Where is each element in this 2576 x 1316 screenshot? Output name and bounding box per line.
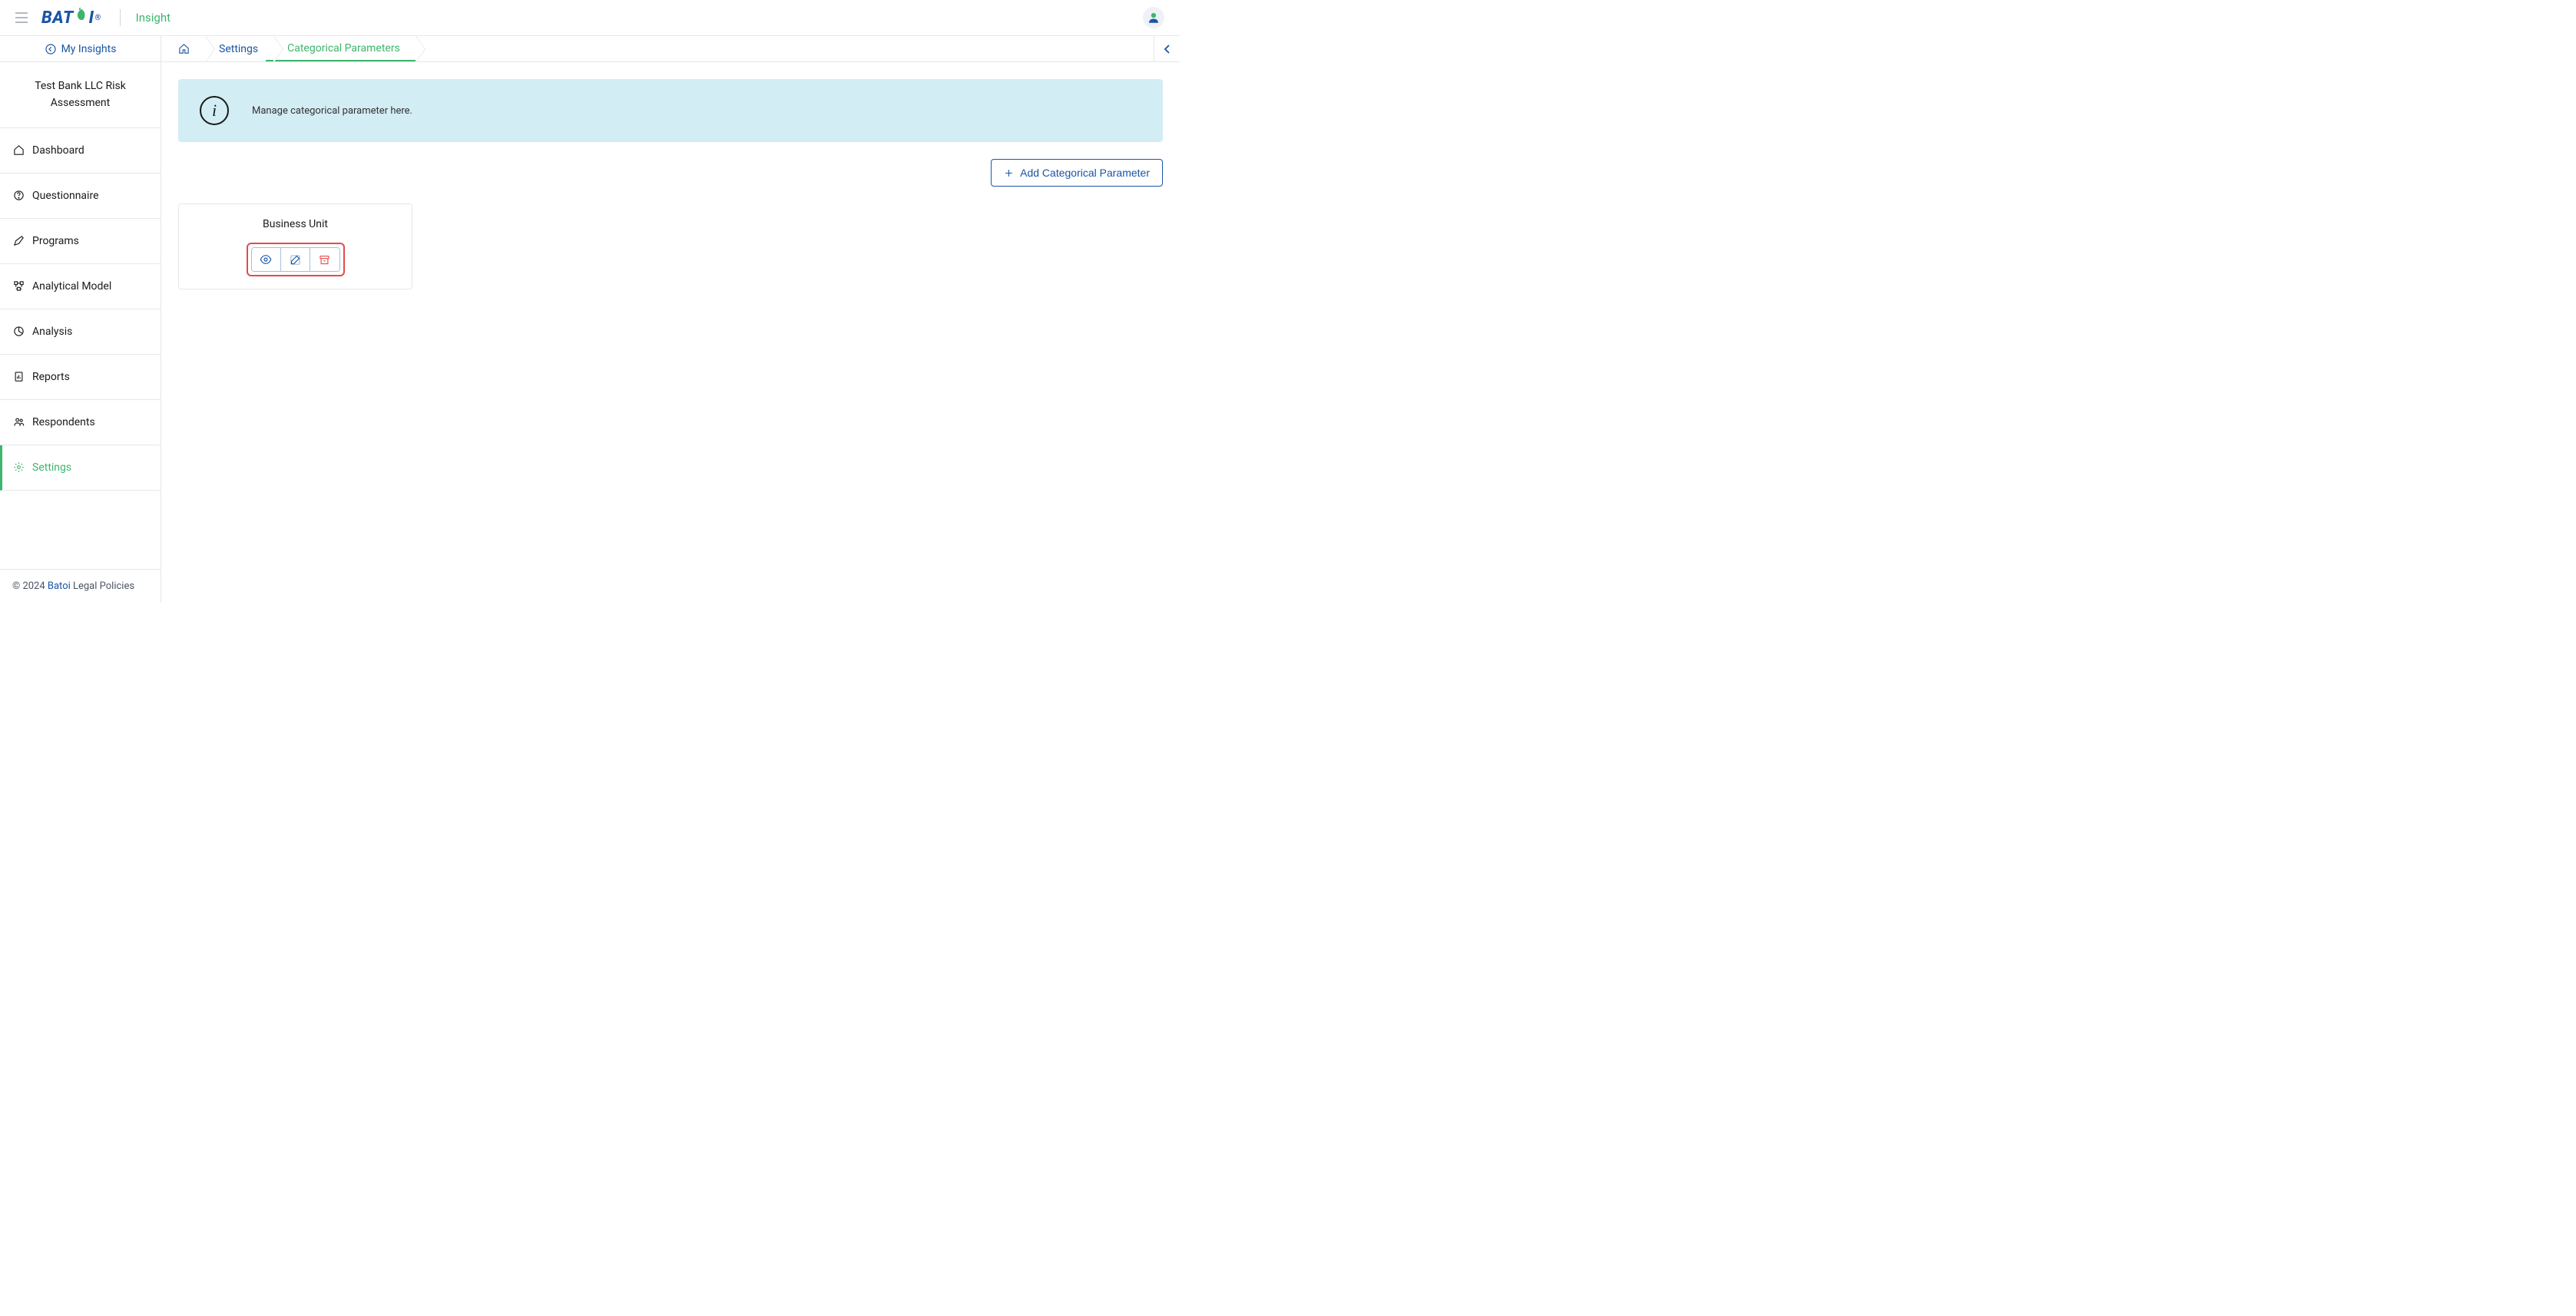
pie-icon — [12, 326, 25, 337]
sidebar-item-settings[interactable]: Settings — [0, 445, 161, 491]
logo-text-part1: BAT — [41, 8, 74, 28]
pen-icon — [12, 235, 25, 246]
archive-button[interactable] — [310, 248, 339, 271]
chevron-left-icon — [1164, 45, 1171, 54]
logo-text-part2: I — [89, 8, 94, 28]
card-actions-highlight — [247, 243, 345, 276]
home-icon — [178, 43, 190, 55]
brand-logo[interactable]: BAT I ® — [41, 8, 101, 28]
sidebar-item-label: Programs — [32, 235, 79, 247]
info-icon: i — [200, 96, 229, 125]
edit-icon — [290, 254, 301, 266]
sidebar-item-label: Reports — [32, 371, 70, 383]
breadcrumb-categorical-parameters[interactable]: Categorical Parameters — [266, 36, 417, 61]
edit-button[interactable] — [281, 248, 310, 271]
card-actions-group — [251, 247, 340, 272]
info-text: Manage categorical parameter here. — [252, 105, 412, 117]
logo-registered: ® — [95, 14, 101, 22]
sidebar-item-analytical-model[interactable]: Analytical Model — [0, 264, 161, 309]
sidebar-item-programs[interactable]: Programs — [0, 219, 161, 264]
cards-grid: Business Unit — [178, 203, 1163, 289]
breadcrumb-label: Categorical Parameters — [287, 42, 400, 55]
breadcrumb-collapse-button[interactable] — [1154, 36, 1180, 61]
add-button-label: Add Categorical Parameter — [1020, 167, 1150, 179]
question-circle-icon — [12, 190, 25, 201]
my-insights-link[interactable]: My Insights — [0, 36, 161, 62]
parameter-card: Business Unit — [178, 203, 412, 289]
sidebar-item-reports[interactable]: Reports — [0, 355, 161, 400]
menu-toggle-button[interactable] — [15, 12, 28, 23]
copyright-prefix: © 2024 — [12, 580, 48, 592]
user-icon — [1147, 11, 1161, 25]
footer-legal: Legal Policies — [71, 580, 134, 592]
breadcrumb: Settings Categorical Parameters — [161, 36, 1180, 62]
sidebar-item-label: Analysis — [32, 326, 72, 338]
sidebar-item-label: Dashboard — [32, 144, 84, 157]
footer-brand-link[interactable]: Batoi — [48, 580, 71, 592]
sidebar-footer: © 2024 Batoi Legal Policies — [0, 569, 161, 603]
sidebar: My Insights Test Bank LLC Risk Assessmen… — [0, 36, 161, 603]
sidebar-item-label: Questionnaire — [32, 190, 99, 202]
parameter-card-title: Business Unit — [263, 218, 328, 230]
content-area: Settings Categorical Parameters i Manage… — [161, 36, 1180, 603]
plus-icon — [1004, 168, 1014, 178]
gear-icon — [12, 461, 25, 473]
sidebar-nav: Dashboard Questionnaire Programs Analyti… — [0, 128, 161, 569]
header-divider — [120, 9, 121, 26]
home-icon — [12, 144, 25, 156]
add-categorical-parameter-button[interactable]: Add Categorical Parameter — [991, 159, 1163, 187]
sidebar-item-label: Analytical Model — [32, 280, 111, 293]
my-insights-label: My Insights — [61, 43, 117, 55]
view-button[interactable] — [252, 248, 281, 271]
info-banner: i Manage categorical parameter here. — [178, 79, 1163, 142]
sidebar-item-label: Respondents — [32, 416, 95, 428]
user-avatar-button[interactable] — [1143, 7, 1164, 28]
sidebar-item-label: Settings — [32, 461, 71, 474]
archive-icon — [319, 254, 330, 266]
sidebar-item-questionnaire[interactable]: Questionnaire — [0, 174, 161, 219]
hamburger-icon — [15, 12, 28, 23]
app-header: BAT I ® Insight — [0, 0, 1180, 36]
actions-row: Add Categorical Parameter — [178, 159, 1163, 187]
model-icon — [12, 280, 25, 292]
app-name: Insight — [136, 11, 171, 25]
back-circle-icon — [45, 43, 57, 55]
leaf-icon — [74, 8, 88, 28]
sidebar-item-dashboard[interactable]: Dashboard — [0, 128, 161, 174]
sidebar-item-respondents[interactable]: Respondents — [0, 400, 161, 445]
eye-icon — [260, 253, 272, 266]
header-left: BAT I ® Insight — [15, 8, 171, 28]
breadcrumb-label: Settings — [219, 43, 258, 55]
sidebar-item-analysis[interactable]: Analysis — [0, 309, 161, 355]
report-icon — [12, 371, 25, 382]
users-icon — [12, 416, 25, 428]
project-title: Test Bank LLC Risk Assessment — [0, 62, 161, 128]
main-panel: i Manage categorical parameter here. Add… — [161, 62, 1180, 306]
